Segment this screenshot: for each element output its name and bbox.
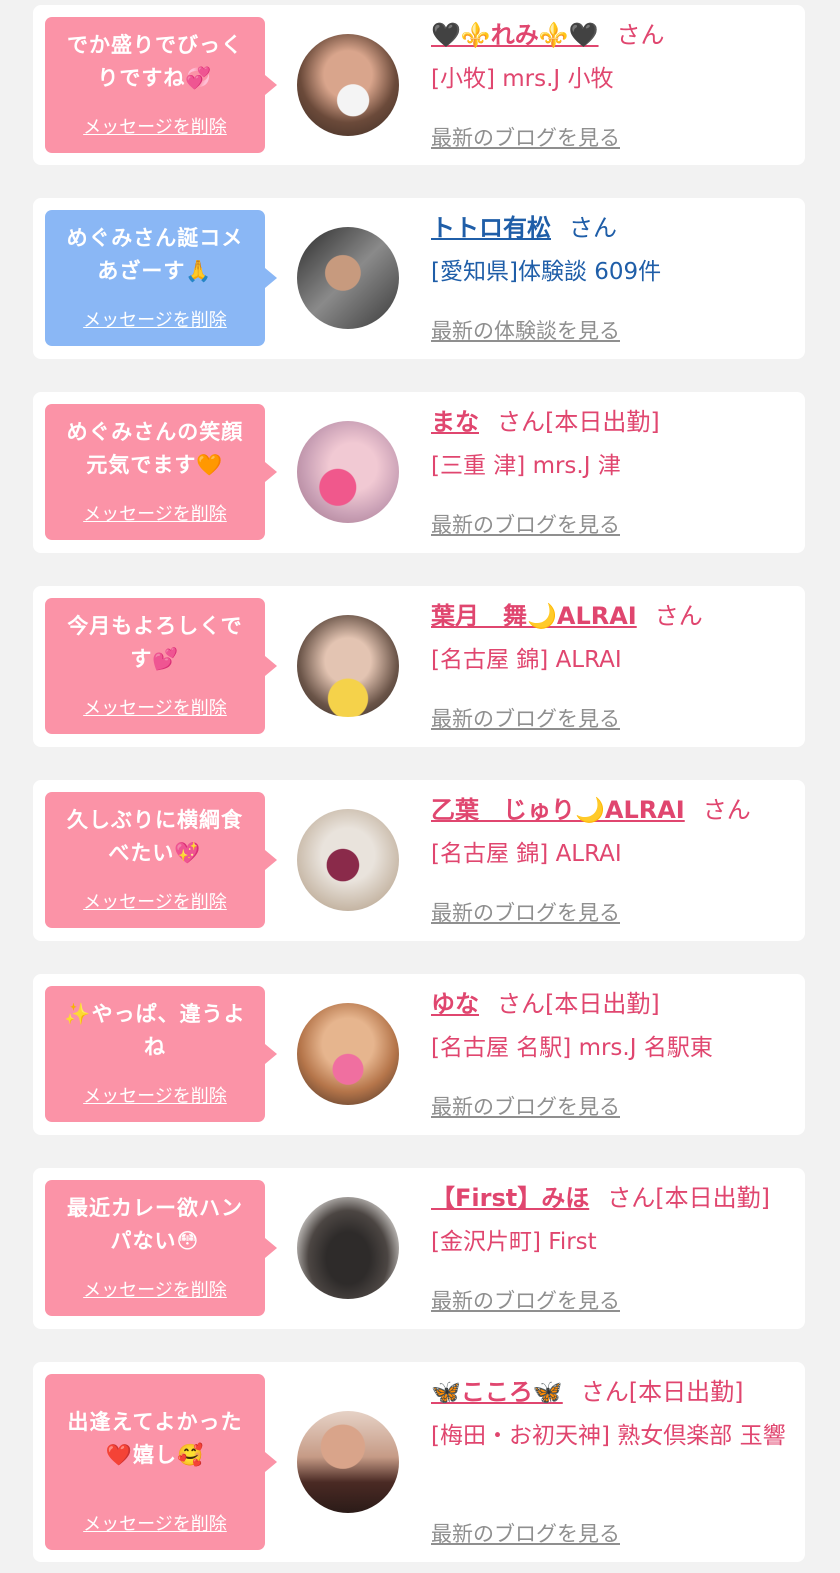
sender-suffix: さん [702, 796, 751, 824]
avatar[interactable] [297, 421, 399, 523]
message-card: 最近カレー欲ハンパない😳 メッセージを削除 【First】みほ さん[本日出勤] … [33, 1168, 805, 1329]
message-text: 出逢えてよかった❤️嬉し🥰 [67, 1410, 243, 1467]
sender-name-link[interactable]: ゆな [431, 990, 479, 1018]
delete-message-link[interactable]: メッセージを削除 [45, 888, 265, 914]
shop-label: [名古屋 名駅] mrs.J 名駅東 [431, 1035, 713, 1061]
sender-name-link[interactable]: 葉月 舞🌙ALRAI [431, 602, 637, 630]
message-text: めぐみさんの笑顔元気でます🧡 [66, 420, 244, 477]
latest-blog-link[interactable]: 最新のブログを見る [431, 703, 620, 733]
sender-suffix: さん[本日出勤] [607, 1184, 770, 1212]
shop-label: [愛知県]体験談 609件 [431, 259, 662, 285]
delete-message-link[interactable]: メッセージを削除 [45, 500, 265, 526]
shop-label: [名古屋 錦] ALRAI [431, 841, 622, 867]
sender-suffix: さん [616, 21, 665, 49]
latest-reviews-link[interactable]: 最新の体験談を見る [431, 315, 620, 345]
message-text: でか盛りでびっくりですね💞 [67, 33, 243, 90]
message-text: ✨やっぱ、違うよね [64, 1002, 246, 1059]
latest-blog-link[interactable]: 最新のブログを見る [431, 1091, 620, 1121]
sender-info: トトロ有松 さん [愛知県]体験談 609件 最新の体験談を見る [431, 212, 791, 343]
message-bubble: ✨やっぱ、違うよね メッセージを削除 [45, 986, 277, 1122]
message-card: 久しぶりに横綱食べたい💖 メッセージを削除 乙葉 じゅり🌙ALRAI さん [名古… [33, 780, 805, 941]
avatar[interactable] [297, 34, 399, 136]
shop-label: [三重 津] mrs.J 津 [431, 453, 621, 479]
delete-message-link[interactable]: メッセージを削除 [45, 1082, 265, 1108]
message-bubble: 出逢えてよかった❤️嬉し🥰 メッセージを削除 [45, 1374, 277, 1550]
sender-name-link[interactable]: まな [431, 408, 479, 436]
shop-label: [小牧] mrs.J 小牧 [431, 66, 614, 92]
message-bubble: でか盛りでびっくりですね💞 メッセージを削除 [45, 17, 277, 153]
latest-blog-link[interactable]: 最新のブログを見る [431, 1518, 620, 1548]
sender-name-link[interactable]: トトロ有松 [431, 214, 551, 242]
message-bubble: 最近カレー欲ハンパない😳 メッセージを削除 [45, 1180, 277, 1316]
message-text: めぐみさん誕コメあざーす🙏 [66, 226, 244, 283]
delete-message-link[interactable]: メッセージを削除 [45, 1276, 265, 1302]
sender-suffix: さん[本日出勤] [497, 408, 660, 436]
sender-info: まな さん[本日出勤] [三重 津] mrs.J 津 最新のブログを見る [431, 406, 791, 537]
sender-suffix: さん[本日出勤] [580, 1378, 744, 1406]
latest-blog-link[interactable]: 最新のブログを見る [431, 509, 620, 539]
shop-label: [金沢片町] First [431, 1229, 597, 1255]
message-bubble: 久しぶりに横綱食べたい💖 メッセージを削除 [45, 792, 277, 928]
avatar[interactable] [297, 227, 399, 329]
latest-blog-link[interactable]: 最新のブログを見る [431, 897, 620, 927]
message-list: でか盛りでびっくりですね💞 メッセージを削除 🖤⚜️れみ⚜️🖤 さん [小牧] m… [0, 0, 840, 1573]
avatar[interactable] [297, 1197, 399, 1299]
message-card: めぐみさんの笑顔元気でます🧡 メッセージを削除 まな さん[本日出勤] [三重 津… [33, 392, 805, 553]
message-text: 今月もよろしくです💕 [67, 614, 243, 671]
sender-suffix: さん [654, 602, 703, 630]
message-text: 最近カレー欲ハンパない😳 [67, 1196, 243, 1253]
message-bubble: めぐみさん誕コメあざーす🙏 メッセージを削除 [45, 210, 277, 346]
delete-message-link[interactable]: メッセージを削除 [45, 306, 265, 332]
message-card: めぐみさん誕コメあざーす🙏 メッセージを削除 トトロ有松 さん [愛知県]体験談 … [33, 198, 805, 359]
avatar[interactable] [297, 1003, 399, 1105]
sender-name-link[interactable]: 【First】みほ [431, 1184, 589, 1212]
sender-info: ゆな さん[本日出勤] [名古屋 名駅] mrs.J 名駅東 最新のブログを見る [431, 988, 791, 1119]
delete-message-link[interactable]: メッセージを削除 [45, 1510, 265, 1536]
sender-info: 【First】みほ さん[本日出勤] [金沢片町] First 最新のブログを見る [431, 1182, 791, 1313]
avatar[interactable] [297, 809, 399, 911]
message-card: ✨やっぱ、違うよね メッセージを削除 ゆな さん[本日出勤] [名古屋 名駅] m… [33, 974, 805, 1135]
shop-label: [名古屋 錦] ALRAI [431, 647, 622, 673]
avatar[interactable] [297, 1411, 399, 1513]
message-card: 今月もよろしくです💕 メッセージを削除 葉月 舞🌙ALRAI さん [名古屋 錦]… [33, 586, 805, 747]
avatar[interactable] [297, 615, 399, 717]
sender-name-link[interactable]: 乙葉 じゅり🌙ALRAI [431, 796, 685, 824]
message-bubble: 今月もよろしくです💕 メッセージを削除 [45, 598, 277, 734]
shop-label: [梅田・お初天神] 熟女倶楽部 玉響 [431, 1423, 786, 1449]
message-bubble: めぐみさんの笑顔元気でます🧡 メッセージを削除 [45, 404, 277, 540]
sender-name-link[interactable]: 🦋こころ🦋 [431, 1378, 563, 1406]
sender-suffix: さん[本日出勤] [497, 990, 660, 1018]
message-text: 久しぶりに横綱食べたい💖 [67, 808, 243, 865]
sender-suffix: さん [569, 214, 617, 242]
delete-message-link[interactable]: メッセージを削除 [45, 113, 265, 139]
sender-name-link[interactable]: 🖤⚜️れみ⚜️🖤 [431, 21, 599, 49]
message-card: 出逢えてよかった❤️嬉し🥰 メッセージを削除 🦋こころ🦋 さん[本日出勤] [梅田… [33, 1362, 805, 1562]
latest-blog-link[interactable]: 最新のブログを見る [431, 1285, 620, 1315]
delete-message-link[interactable]: メッセージを削除 [45, 694, 265, 720]
sender-info: 葉月 舞🌙ALRAI さん [名古屋 錦] ALRAI 最新のブログを見る [431, 600, 791, 731]
latest-blog-link[interactable]: 最新のブログを見る [431, 122, 620, 152]
sender-info: 🦋こころ🦋 さん[本日出勤] [梅田・お初天神] 熟女倶楽部 玉響 最新のブログを… [431, 1376, 791, 1546]
message-card: でか盛りでびっくりですね💞 メッセージを削除 🖤⚜️れみ⚜️🖤 さん [小牧] m… [33, 5, 805, 165]
sender-info: 乙葉 じゅり🌙ALRAI さん [名古屋 錦] ALRAI 最新のブログを見る [431, 794, 791, 925]
sender-info: 🖤⚜️れみ⚜️🖤 さん [小牧] mrs.J 小牧 最新のブログを見る [431, 19, 791, 150]
